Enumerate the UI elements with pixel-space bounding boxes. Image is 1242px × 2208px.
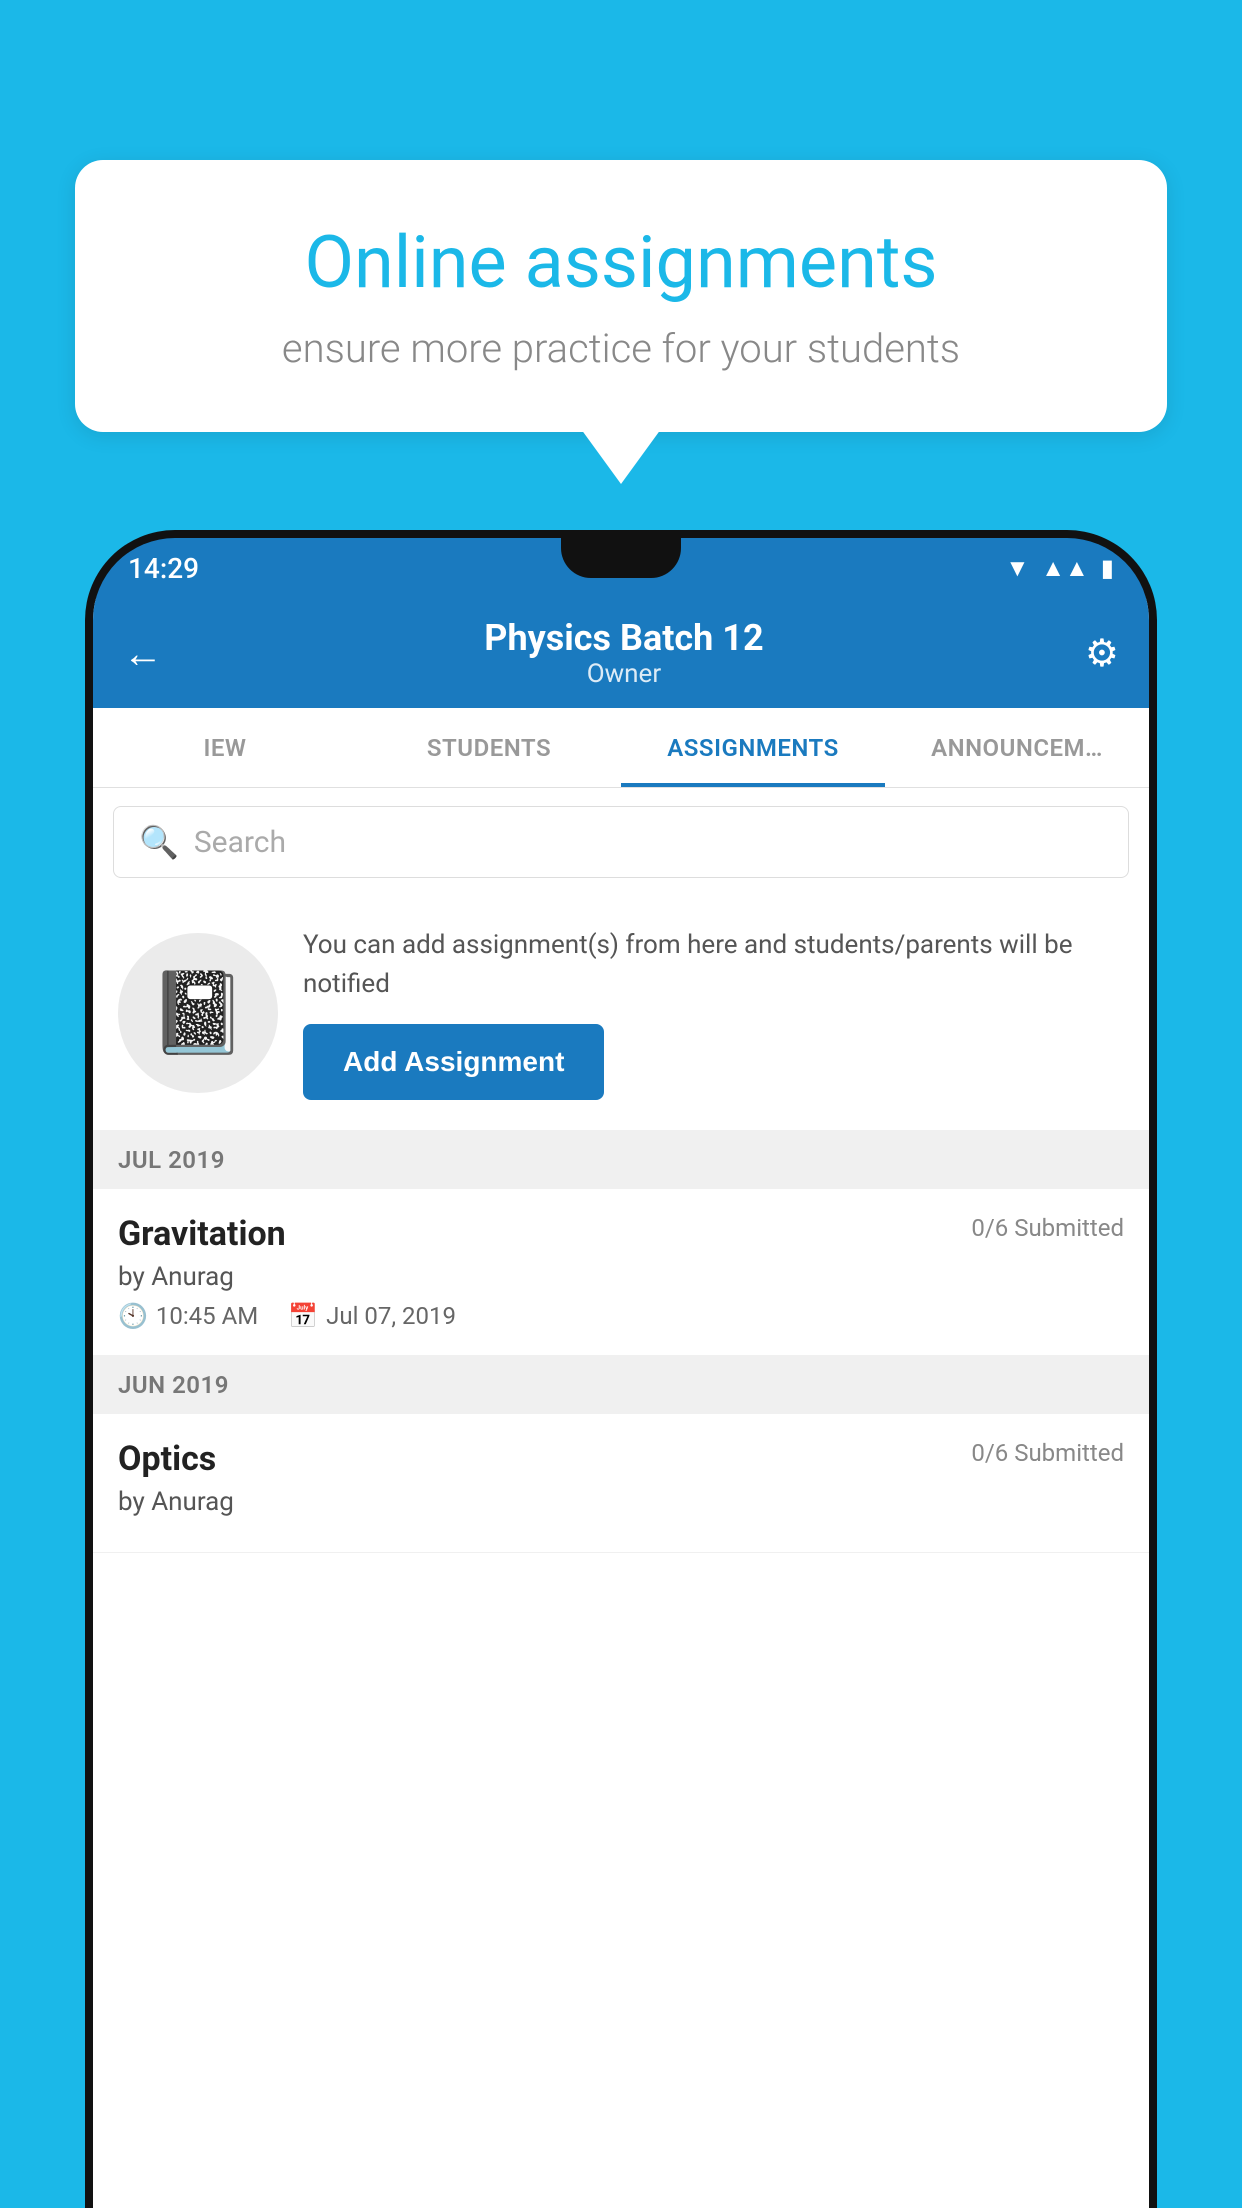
tab-assignments[interactable]: ASSIGNMENTS [621, 708, 885, 787]
app-bar-title: Physics Batch 12 [484, 617, 763, 659]
assignment-date-gravitation: 📅 Jul 07, 2019 [288, 1302, 456, 1330]
search-bar[interactable]: 🔍 Search [113, 806, 1129, 878]
section-header-jul: JUL 2019 [93, 1131, 1149, 1189]
assignment-submitted-optics: 0/6 Submitted [971, 1439, 1124, 1467]
signal-icon: ▲▲ [1041, 554, 1089, 583]
search-icon: 🔍 [139, 823, 179, 861]
bubble-title: Online assignments [145, 220, 1097, 305]
battery-icon: ▮ [1101, 554, 1114, 582]
search-bar-wrap: 🔍 Search [93, 788, 1149, 896]
assignment-time-gravitation: 🕙 10:45 AM [118, 1302, 258, 1330]
app-bar-title-wrap: Physics Batch 12 Owner [484, 617, 763, 689]
assignment-row-gravitation[interactable]: Gravitation 0/6 Submitted by Anurag 🕙 10… [93, 1189, 1149, 1356]
wifi-icon: ▼ [1006, 554, 1030, 583]
tabs-bar: IEW STUDENTS ASSIGNMENTS ANNOUNCEM… [93, 708, 1149, 788]
assignment-name-gravitation: Gravitation [118, 1214, 286, 1254]
tab-students[interactable]: STUDENTS [357, 708, 621, 787]
status-time: 14:29 [128, 552, 199, 585]
assignment-icon-circle: 📓 [118, 933, 278, 1093]
phone-inner: 14:29 ▼ ▲▲ ▮ ← Physics Batch 12 Owner ⚙ [93, 538, 1149, 2208]
notch [561, 538, 681, 578]
content-area: 🔍 Search 📓 You can add assignment(s) fro… [93, 788, 1149, 2208]
settings-icon[interactable]: ⚙ [1085, 631, 1119, 676]
phone-screen: ← Physics Batch 12 Owner ⚙ IEW STUDENTS … [93, 598, 1149, 2208]
add-assignment-content: You can add assignment(s) from here and … [303, 926, 1124, 1100]
assignment-row-top-optics: Optics 0/6 Submitted [118, 1439, 1124, 1479]
back-button[interactable]: ← [123, 630, 163, 677]
status-bar: 14:29 ▼ ▲▲ ▮ [93, 538, 1149, 598]
add-assignment-text: You can add assignment(s) from here and … [303, 926, 1124, 1004]
bubble-subtitle: ensure more practice for your students [145, 325, 1097, 372]
tab-announcements[interactable]: ANNOUNCEM… [885, 708, 1149, 787]
assignment-submitted-gravitation: 0/6 Submitted [971, 1214, 1124, 1242]
add-assignment-button[interactable]: Add Assignment [303, 1024, 604, 1100]
assignment-by-gravitation: by Anurag [118, 1262, 1124, 1292]
tab-iew[interactable]: IEW [93, 708, 357, 787]
app-bar-subtitle: Owner [484, 659, 763, 689]
status-icons: ▼ ▲▲ ▮ [1006, 554, 1115, 583]
clock-icon: 🕙 [118, 1302, 148, 1330]
phone-frame: 14:29 ▼ ▲▲ ▮ ← Physics Batch 12 Owner ⚙ [85, 530, 1157, 2208]
speech-bubble: Online assignments ensure more practice … [75, 160, 1167, 432]
notebook-icon: 📓 [148, 966, 248, 1060]
assignment-name-optics: Optics [118, 1439, 216, 1479]
app-bar: ← Physics Batch 12 Owner ⚙ [93, 598, 1149, 708]
calendar-icon: 📅 [288, 1302, 318, 1330]
assignment-by-optics: by Anurag [118, 1487, 1124, 1517]
assignment-row-top: Gravitation 0/6 Submitted [118, 1214, 1124, 1254]
assignment-meta-gravitation: 🕙 10:45 AM 📅 Jul 07, 2019 [118, 1302, 1124, 1330]
search-placeholder: Search [194, 825, 286, 860]
section-header-jun: JUN 2019 [93, 1356, 1149, 1414]
speech-bubble-wrapper: Online assignments ensure more practice … [75, 160, 1167, 432]
assignment-row-optics[interactable]: Optics 0/6 Submitted by Anurag [93, 1414, 1149, 1553]
add-assignment-section: 📓 You can add assignment(s) from here an… [93, 896, 1149, 1131]
